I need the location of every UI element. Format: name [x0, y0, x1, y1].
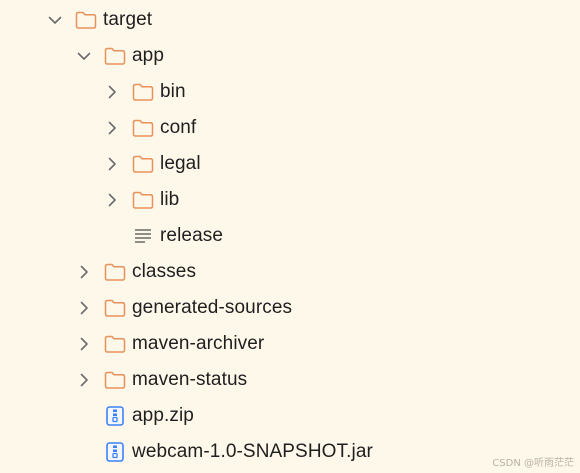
- folder-icon: [104, 370, 126, 390]
- archive-file-icon: [104, 406, 126, 426]
- tree-item-label: lib: [160, 189, 180, 210]
- tree-item-label: target: [103, 9, 153, 30]
- tree-item-app-zip[interactable]: app.zip: [0, 398, 580, 434]
- tree-item-bin[interactable]: bin: [0, 74, 580, 110]
- tree-item-label: maven-archiver: [132, 333, 265, 354]
- folder-icon: [104, 298, 126, 318]
- chevron-right-icon[interactable]: [75, 263, 93, 281]
- folder-icon: [132, 190, 154, 210]
- tree-item-conf[interactable]: conf: [0, 110, 580, 146]
- tree-item-generated-sources[interactable]: generated-sources: [0, 290, 580, 326]
- tree-item-lib[interactable]: lib: [0, 182, 580, 218]
- chevron-down-icon[interactable]: [46, 11, 64, 29]
- tree-item-label: bin: [160, 81, 186, 102]
- tree-item-target[interactable]: target: [0, 2, 580, 38]
- tree-item-maven-archiver[interactable]: maven-archiver: [0, 326, 580, 362]
- chevron-right-icon[interactable]: [103, 155, 121, 173]
- folder-icon: [104, 46, 126, 66]
- folder-icon: [75, 10, 97, 30]
- chevron-right-icon[interactable]: [75, 335, 93, 353]
- tree-item-classes[interactable]: classes: [0, 254, 580, 290]
- tree-item-app[interactable]: app: [0, 38, 580, 74]
- file-explorer-tree: target app bin conf legal lib release cl…: [0, 0, 580, 473]
- tree-item-label: conf: [160, 117, 197, 138]
- chevron-right-icon[interactable]: [103, 83, 121, 101]
- folder-icon: [104, 334, 126, 354]
- archive-file-icon: [104, 442, 126, 462]
- chevron-right-icon[interactable]: [103, 191, 121, 209]
- tree-item-label: generated-sources: [132, 297, 293, 318]
- tree-item-label: webcam-1.0-SNAPSHOT.jar: [132, 441, 373, 462]
- tree-item-release[interactable]: release: [0, 218, 580, 254]
- chevron-right-icon[interactable]: [103, 119, 121, 137]
- tree-item-label: release: [160, 225, 224, 246]
- folder-icon: [132, 82, 154, 102]
- tree-item-label: app: [132, 45, 165, 66]
- tree-item-label: classes: [132, 261, 197, 282]
- tree-item-label: legal: [160, 153, 201, 174]
- tree-item-legal[interactable]: legal: [0, 146, 580, 182]
- watermark: CSDN @听雨茫茫: [492, 458, 574, 469]
- tree-item-label: maven-status: [132, 369, 248, 390]
- chevron-right-icon[interactable]: [75, 371, 93, 389]
- folder-icon: [132, 154, 154, 174]
- tree-item-label: app.zip: [132, 405, 194, 426]
- chevron-right-icon[interactable]: [75, 299, 93, 317]
- folder-icon: [104, 262, 126, 282]
- tree-item-maven-status[interactable]: maven-status: [0, 362, 580, 398]
- folder-icon: [132, 118, 154, 138]
- text-file-icon: [132, 226, 154, 246]
- chevron-down-icon[interactable]: [75, 47, 93, 65]
